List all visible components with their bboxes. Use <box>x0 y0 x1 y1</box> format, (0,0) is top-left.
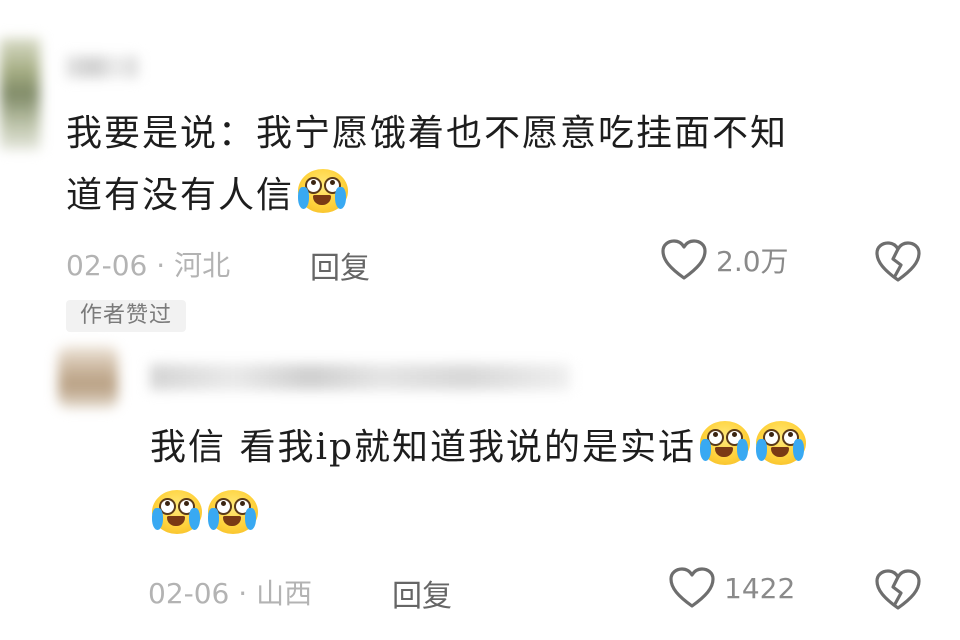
crying-laughing-emoji-icon <box>296 167 350 215</box>
crying-laughing-emoji-icon <box>206 488 260 536</box>
crying-laughing-emoji-icon <box>754 419 808 467</box>
comment-location: 河北 <box>174 249 231 282</box>
author-liked-badge: 作者赞过 <box>66 300 187 332</box>
comment-text-line <box>148 488 260 537</box>
heart-outline-icon <box>661 239 707 280</box>
avatar[interactable] <box>0 38 40 150</box>
comment-text-line: 道有没有人信 <box>66 166 350 218</box>
comment-location: 山西 <box>256 577 313 610</box>
username[interactable] <box>150 364 570 390</box>
comment-text-line: 我要是说：我宁愿饿着也不愿意吃挂面不知 <box>66 113 789 154</box>
crying-laughing-emoji-icon <box>150 488 204 536</box>
meta-separator: · <box>238 577 248 610</box>
like-button[interactable]: 2.0万 <box>660 238 789 282</box>
comment-date: 02-06 <box>66 249 148 282</box>
dislike-button[interactable] <box>874 240 922 284</box>
avatar[interactable] <box>58 346 118 408</box>
dislike-button[interactable] <box>874 568 922 612</box>
comment-meta: 02-06 · 河北 <box>66 244 230 284</box>
meta-separator: · <box>156 249 166 282</box>
username[interactable] <box>66 56 138 78</box>
comment-text-line: 我信 看我ip就知道我说的是实话 <box>150 418 808 470</box>
comment-date: 02-06 <box>148 577 230 610</box>
comment-meta: 02-06 · 山西 <box>148 572 312 612</box>
reply-button[interactable]: 回复 <box>392 571 452 615</box>
crying-laughing-emoji-icon <box>698 419 752 467</box>
broken-heart-icon <box>875 569 921 610</box>
like-count: 2.0万 <box>716 245 789 278</box>
like-count: 1422 <box>724 571 796 605</box>
broken-heart-icon <box>875 241 921 282</box>
reply-button[interactable]: 回复 <box>310 243 370 287</box>
heart-outline-icon <box>669 567 715 608</box>
like-button[interactable]: 1422 <box>668 566 795 610</box>
